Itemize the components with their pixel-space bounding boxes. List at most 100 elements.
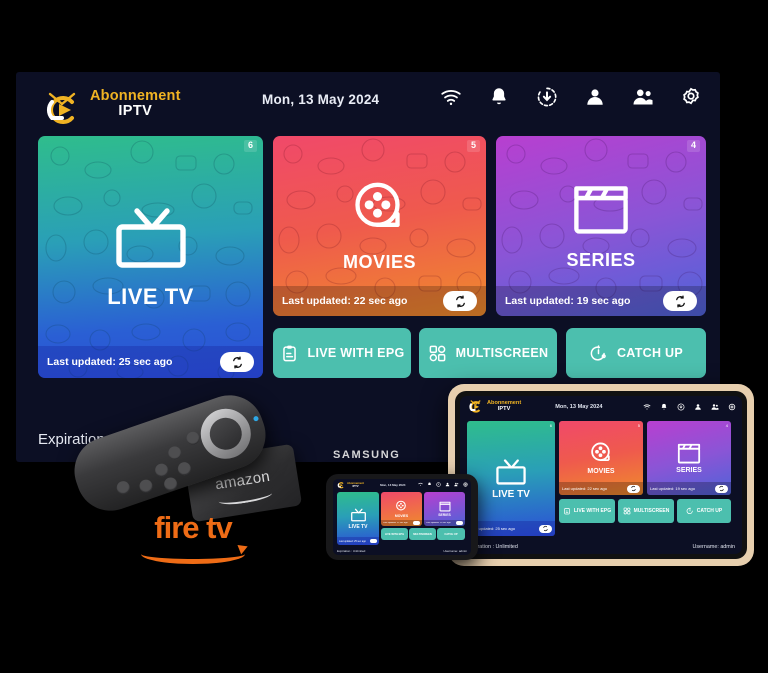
card-title: MOVIES	[342, 252, 416, 272]
tablet-card-movies[interactable]: 5 MOVIES Last updated: 22 sec ago	[559, 421, 643, 495]
button-label: MULTISCREEN	[633, 508, 670, 514]
refresh-icon[interactable]	[456, 521, 463, 525]
card-footer: Last updated: 19 sec ago	[496, 286, 706, 316]
tablet-card-live-tv[interactable]: 6 LIVE TV Last updated: 25 sec ago	[467, 421, 555, 536]
clapperboard-icon	[438, 501, 450, 512]
logo-line2: IPTV	[118, 103, 153, 119]
refresh-icon[interactable]	[370, 538, 377, 544]
phone-screen: Abonnement IPTV Mon, 13 May 2024 LIVE TV	[333, 479, 471, 555]
last-updated-text: Last updated: 19 sec ago	[505, 295, 631, 307]
button-label: LIVE WITH EPG	[384, 532, 405, 536]
card-live-tv[interactable]: 6 LIVE TV Last updated: 25 sec ago	[38, 136, 263, 378]
clipboard-icon	[564, 507, 570, 515]
app-logo: Abonnement IPTV	[38, 78, 198, 130]
fire-tv-logo: fire tv	[134, 510, 252, 564]
phone-footer-bar: Expiration : Unlimited Username: admin	[333, 547, 471, 555]
wifi-icon	[643, 404, 651, 410]
card-title: SERIES	[676, 467, 702, 474]
button-catch-up[interactable]: CATCH UP	[566, 328, 706, 378]
tablet-screen: Abonnement IPTV Mon, 13 May 2024 6 LIVE …	[460, 396, 742, 554]
refresh-icon[interactable]	[443, 291, 477, 311]
phone-button-catch-up[interactable]: CATCH UP	[437, 528, 465, 540]
clapperboard-icon	[572, 182, 630, 242]
card-title: LIVE TV	[348, 523, 368, 530]
app-header: Abonnement IPTV Mon, 13 May 2024	[16, 72, 720, 134]
fire-tv-smile-icon	[141, 544, 245, 564]
refresh-icon[interactable]	[539, 524, 552, 533]
last-updated-text: Last updated: 25 sec ago	[47, 356, 173, 368]
gear-icon[interactable]	[680, 86, 702, 108]
card-movies[interactable]: 5 MOVIES Last updated: 22 sec ago	[273, 136, 486, 316]
users-group-icon[interactable]	[632, 86, 654, 108]
grid-icon	[428, 344, 447, 363]
current-date: Mon, 13 May 2024	[262, 92, 380, 107]
television-icon	[496, 458, 526, 485]
film-reel-icon	[396, 500, 406, 511]
button-label: MULTISCREEN	[455, 346, 549, 360]
user-icon	[445, 482, 450, 487]
phone-card-series[interactable]: SERIES Last updated: 19 sec ago	[424, 492, 465, 526]
tablet-date: Mon, 13 May 2024	[555, 404, 603, 410]
expiration-text: Expiration : Unlimited	[337, 549, 366, 553]
header-icon-row	[440, 86, 702, 108]
download-circle-icon	[677, 403, 685, 411]
users-group-icon	[454, 482, 459, 487]
button-label: CATCH UP	[616, 346, 684, 360]
tablet-button-catch-up[interactable]: CATCH UP	[677, 499, 731, 523]
timer-icon	[589, 344, 608, 363]
tablet-button-live-with-epg[interactable]: LIVE WITH EPG	[559, 499, 615, 523]
refresh-icon[interactable]	[663, 291, 697, 311]
button-label: LIVE WITH EPG	[573, 508, 612, 514]
gear-icon	[463, 482, 468, 487]
button-live-with-epg[interactable]: LIVE WITH EPG	[273, 328, 411, 378]
phone-date: Mon, 13 May 2024	[380, 482, 406, 487]
button-multiscreen[interactable]: MULTISCREEN	[419, 328, 557, 378]
button-label: CATCH UP	[444, 532, 458, 536]
phone-card-movies[interactable]: MOVIES Last updated: 22 sec ago	[381, 492, 422, 526]
dashboard-grid: 6 LIVE TV Last updated: 25 sec ago 5 MOV…	[38, 136, 706, 418]
samsung-brand-label: SAMSUNG	[333, 449, 401, 461]
last-updated-text: Last updated: 25 sec ago	[339, 539, 366, 543]
card-footer: Last updated: 25 sec ago	[38, 346, 263, 378]
tablet-button-multiscreen[interactable]: MULTISCREEN	[618, 499, 674, 523]
film-reel-icon	[350, 179, 410, 244]
download-circle-icon[interactable]	[536, 86, 558, 108]
phone-app-ui: Abonnement IPTV Mon, 13 May 2024 LIVE TV	[333, 479, 471, 555]
user-icon	[695, 404, 701, 410]
bell-icon	[428, 482, 431, 486]
tablet-logo-line2: IPTV	[497, 406, 511, 412]
clipboard-icon	[280, 344, 299, 363]
refresh-icon[interactable]	[220, 352, 254, 372]
last-updated-text: Last updated: 19 sec ago	[650, 486, 695, 491]
phone-button-multiscreen[interactable]: MULTISCREEN	[409, 528, 436, 540]
card-footer: Last updated: 22 sec ago	[273, 286, 486, 316]
television-icon	[350, 508, 366, 521]
last-updated-text: Last updated: 22 sec ago	[282, 295, 408, 307]
refresh-icon[interactable]	[413, 521, 420, 525]
phone-card-live-tv[interactable]: LIVE TV Last updated: 25 sec ago	[337, 492, 379, 545]
username-text: Username: admin	[692, 544, 735, 550]
phone-device: Abonnement IPTV Mon, 13 May 2024 LIVE TV	[326, 474, 478, 560]
phone-button-live-with-epg[interactable]: LIVE WITH EPG	[381, 528, 408, 540]
tablet-header-icons	[643, 403, 736, 411]
grid-icon	[623, 507, 630, 515]
refresh-icon[interactable]	[627, 484, 640, 493]
card-title: MOVIES	[394, 514, 409, 518]
wifi-icon[interactable]	[440, 86, 462, 108]
username-text: Username: admin	[443, 549, 467, 553]
button-label: CATCH UP	[696, 508, 723, 514]
card-series[interactable]: 4 SERIES Last updated: 19 sec ago	[496, 136, 706, 316]
user-icon[interactable]	[584, 86, 606, 108]
bell-icon[interactable]	[488, 86, 510, 108]
card-title: SERIES	[438, 513, 451, 517]
film-reel-icon	[590, 442, 610, 461]
last-updated-text: Last updated: 22 sec ago	[562, 486, 607, 491]
tablet-card-series[interactable]: 4 SERIES Last updated: 19 sec ago	[647, 421, 731, 495]
clapperboard-icon	[677, 443, 701, 464]
button-label: MULTISCREEN	[413, 532, 432, 536]
phone-header-icons	[418, 482, 468, 487]
download-circle-icon	[436, 482, 441, 487]
phone-logo-line2: IPTV	[352, 483, 359, 488]
refresh-icon[interactable]	[715, 484, 728, 493]
fire-tv-logo-text: fire tv	[154, 510, 232, 545]
